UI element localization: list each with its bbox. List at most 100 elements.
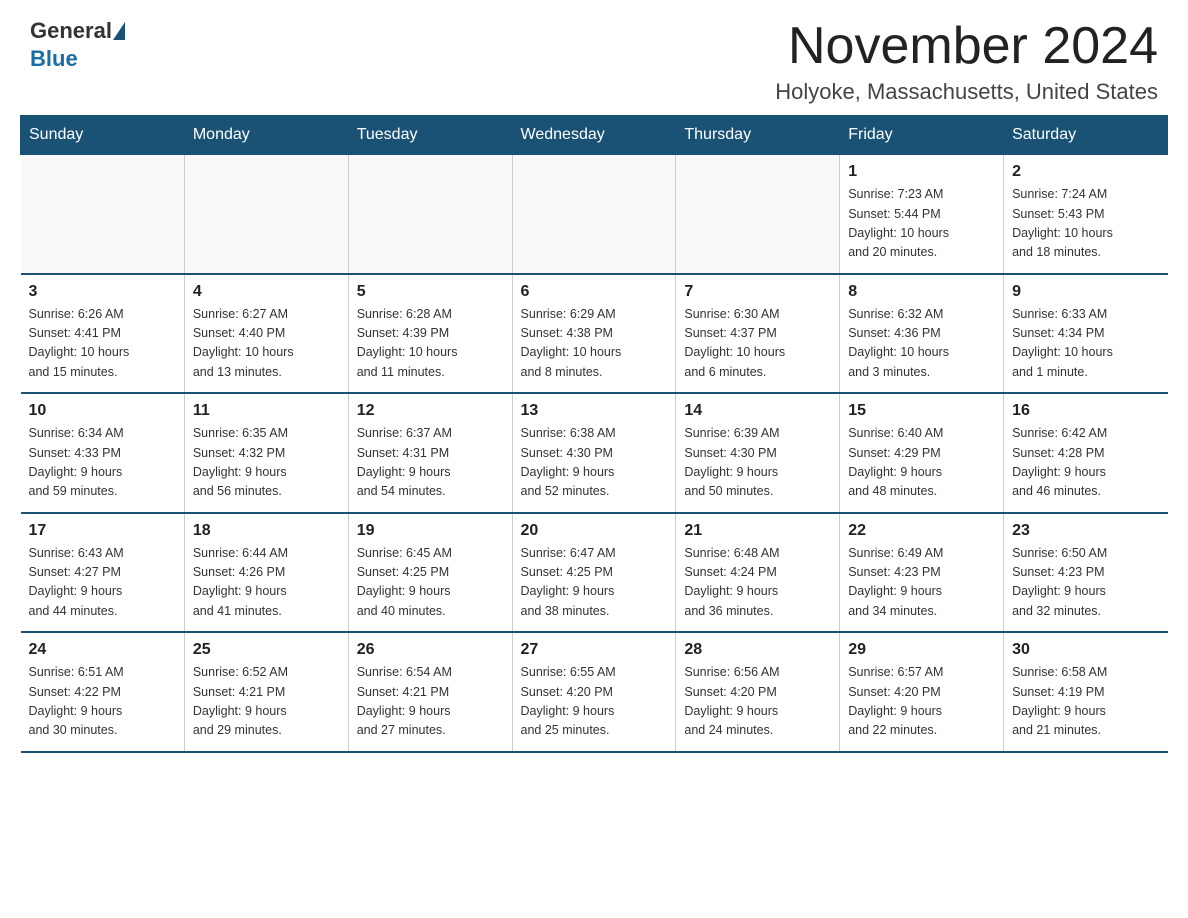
header-day-saturday: Saturday — [1004, 116, 1168, 155]
day-number: 27 — [521, 641, 668, 659]
calendar-cell: 23 Sunrise: 6:50 AM Sunset: 4:23 PM Dayli… — [1004, 513, 1168, 633]
day-info: Sunrise: 6:34 AM Sunset: 4:33 PM Dayligh… — [29, 424, 176, 502]
calendar-cell: 27 Sunrise: 6:55 AM Sunset: 4:20 PM Dayli… — [512, 632, 676, 752]
day-info: Sunrise: 6:27 AM Sunset: 4:40 PM Dayligh… — [193, 305, 340, 383]
calendar-cell: 10 Sunrise: 6:34 AM Sunset: 4:33 PM Dayli… — [21, 393, 185, 513]
calendar-cell: 17Sunrise: 6:43 AM Sunset: 4:27 PM Dayli… — [21, 513, 185, 633]
header-day-wednesday: Wednesday — [512, 116, 676, 155]
day-number: 1 — [848, 163, 995, 181]
calendar-cell: 29Sunrise: 6:57 AM Sunset: 4:20 PM Dayli… — [840, 632, 1004, 752]
logo-blue-text: Blue — [30, 46, 78, 72]
week-row-4: 17Sunrise: 6:43 AM Sunset: 4:27 PM Dayli… — [21, 513, 1168, 633]
calendar-cell: 5Sunrise: 6:28 AM Sunset: 4:39 PM Daylig… — [348, 274, 512, 394]
day-number: 29 — [848, 641, 995, 659]
calendar-cell: 3 Sunrise: 6:26 AM Sunset: 4:41 PM Daylig… — [21, 274, 185, 394]
calendar-body: 1 Sunrise: 7:23 AM Sunset: 5:44 PM Daylig… — [21, 155, 1168, 752]
day-number: 10 — [29, 402, 176, 420]
title-section: November 2024 Holyoke, Massachusetts, Un… — [775, 18, 1158, 105]
calendar-cell: 26 Sunrise: 6:54 AM Sunset: 4:21 PM Dayli… — [348, 632, 512, 752]
calendar-cell: 14 Sunrise: 6:39 AM Sunset: 4:30 PM Dayli… — [676, 393, 840, 513]
day-number: 30 — [1012, 641, 1159, 659]
day-number: 23 — [1012, 522, 1159, 540]
calendar-cell: 9 Sunrise: 6:33 AM Sunset: 4:34 PM Daylig… — [1004, 274, 1168, 394]
day-info: Sunrise: 6:50 AM Sunset: 4:23 PM Dayligh… — [1012, 544, 1159, 622]
header-day-friday: Friday — [840, 116, 1004, 155]
day-number: 24 — [29, 641, 176, 659]
day-info: Sunrise: 6:49 AM Sunset: 4:23 PM Dayligh… — [848, 544, 995, 622]
header-day-sunday: Sunday — [21, 116, 185, 155]
day-info: Sunrise: 7:24 AM Sunset: 5:43 PM Dayligh… — [1012, 185, 1159, 263]
day-info: Sunrise: 6:40 AM Sunset: 4:29 PM Dayligh… — [848, 424, 995, 502]
day-info: Sunrise: 6:33 AM Sunset: 4:34 PM Dayligh… — [1012, 305, 1159, 383]
week-row-3: 10 Sunrise: 6:34 AM Sunset: 4:33 PM Dayli… — [21, 393, 1168, 513]
day-number: 4 — [193, 283, 340, 301]
day-info: Sunrise: 6:42 AM Sunset: 4:28 PM Dayligh… — [1012, 424, 1159, 502]
day-number: 22 — [848, 522, 995, 540]
calendar-cell: 15 Sunrise: 6:40 AM Sunset: 4:29 PM Dayli… — [840, 393, 1004, 513]
day-number: 6 — [521, 283, 668, 301]
calendar-cell: 11 Sunrise: 6:35 AM Sunset: 4:32 PM Dayli… — [184, 393, 348, 513]
calendar-cell: 22 Sunrise: 6:49 AM Sunset: 4:23 PM Dayli… — [840, 513, 1004, 633]
day-number: 9 — [1012, 283, 1159, 301]
calendar-cell: 24 Sunrise: 6:51 AM Sunset: 4:22 PM Dayli… — [21, 632, 185, 752]
logo: General Blue — [30, 18, 126, 72]
calendar-wrapper: SundayMondayTuesdayWednesdayThursdayFrid… — [0, 115, 1188, 773]
day-number: 16 — [1012, 402, 1159, 420]
calendar-cell: 13 Sunrise: 6:38 AM Sunset: 4:30 PM Dayli… — [512, 393, 676, 513]
day-number: 20 — [521, 522, 668, 540]
day-info: Sunrise: 7:23 AM Sunset: 5:44 PM Dayligh… — [848, 185, 995, 263]
calendar-cell: 20Sunrise: 6:47 AM Sunset: 4:25 PM Dayli… — [512, 513, 676, 633]
day-info: Sunrise: 6:26 AM Sunset: 4:41 PM Dayligh… — [29, 305, 176, 383]
week-row-5: 24 Sunrise: 6:51 AM Sunset: 4:22 PM Dayli… — [21, 632, 1168, 752]
calendar-cell: 2 Sunrise: 7:24 AM Sunset: 5:43 PM Daylig… — [1004, 155, 1168, 274]
day-number: 3 — [29, 283, 176, 301]
day-number: 15 — [848, 402, 995, 420]
calendar-cell: 28Sunrise: 6:56 AM Sunset: 4:20 PM Dayli… — [676, 632, 840, 752]
day-number: 2 — [1012, 163, 1159, 181]
location-subtitle: Holyoke, Massachusetts, United States — [775, 79, 1158, 105]
calendar-cell — [348, 155, 512, 274]
day-info: Sunrise: 6:30 AM Sunset: 4:37 PM Dayligh… — [684, 305, 831, 383]
header-day-thursday: Thursday — [676, 116, 840, 155]
day-info: Sunrise: 6:54 AM Sunset: 4:21 PM Dayligh… — [357, 663, 504, 741]
day-info: Sunrise: 6:55 AM Sunset: 4:20 PM Dayligh… — [521, 663, 668, 741]
day-info: Sunrise: 6:51 AM Sunset: 4:22 PM Dayligh… — [29, 663, 176, 741]
day-number: 14 — [684, 402, 831, 420]
day-number: 21 — [684, 522, 831, 540]
calendar-cell: 7Sunrise: 6:30 AM Sunset: 4:37 PM Daylig… — [676, 274, 840, 394]
day-info: Sunrise: 6:58 AM Sunset: 4:19 PM Dayligh… — [1012, 663, 1159, 741]
day-info: Sunrise: 6:38 AM Sunset: 4:30 PM Dayligh… — [521, 424, 668, 502]
calendar-cell: 12 Sunrise: 6:37 AM Sunset: 4:31 PM Dayli… — [348, 393, 512, 513]
calendar-cell: 1 Sunrise: 7:23 AM Sunset: 5:44 PM Daylig… — [840, 155, 1004, 274]
calendar-header: SundayMondayTuesdayWednesdayThursdayFrid… — [21, 116, 1168, 155]
calendar-cell: 18Sunrise: 6:44 AM Sunset: 4:26 PM Dayli… — [184, 513, 348, 633]
calendar-cell — [512, 155, 676, 274]
logo-general-text: General — [30, 18, 112, 44]
calendar-cell: 6 Sunrise: 6:29 AM Sunset: 4:38 PM Daylig… — [512, 274, 676, 394]
day-number: 11 — [193, 402, 340, 420]
day-info: Sunrise: 6:35 AM Sunset: 4:32 PM Dayligh… — [193, 424, 340, 502]
day-info: Sunrise: 6:29 AM Sunset: 4:38 PM Dayligh… — [521, 305, 668, 383]
day-number: 26 — [357, 641, 504, 659]
day-info: Sunrise: 6:56 AM Sunset: 4:20 PM Dayligh… — [684, 663, 831, 741]
day-info: Sunrise: 6:28 AM Sunset: 4:39 PM Dayligh… — [357, 305, 504, 383]
calendar-cell: 25 Sunrise: 6:52 AM Sunset: 4:21 PM Dayli… — [184, 632, 348, 752]
month-title: November 2024 — [775, 18, 1158, 75]
calendar-cell: 19Sunrise: 6:45 AM Sunset: 4:25 PM Dayli… — [348, 513, 512, 633]
day-number: 19 — [357, 522, 504, 540]
page-header: General Blue November 2024 Holyoke, Mass… — [0, 0, 1188, 115]
day-number: 13 — [521, 402, 668, 420]
day-info: Sunrise: 6:52 AM Sunset: 4:21 PM Dayligh… — [193, 663, 340, 741]
day-info: Sunrise: 6:48 AM Sunset: 4:24 PM Dayligh… — [684, 544, 831, 622]
calendar-cell — [676, 155, 840, 274]
week-row-1: 1 Sunrise: 7:23 AM Sunset: 5:44 PM Daylig… — [21, 155, 1168, 274]
calendar-cell — [184, 155, 348, 274]
calendar-cell: 16 Sunrise: 6:42 AM Sunset: 4:28 PM Dayli… — [1004, 393, 1168, 513]
week-row-2: 3 Sunrise: 6:26 AM Sunset: 4:41 PM Daylig… — [21, 274, 1168, 394]
calendar-cell — [21, 155, 185, 274]
day-number: 12 — [357, 402, 504, 420]
day-info: Sunrise: 6:37 AM Sunset: 4:31 PM Dayligh… — [357, 424, 504, 502]
day-number: 25 — [193, 641, 340, 659]
header-day-tuesday: Tuesday — [348, 116, 512, 155]
day-info: Sunrise: 6:39 AM Sunset: 4:30 PM Dayligh… — [684, 424, 831, 502]
